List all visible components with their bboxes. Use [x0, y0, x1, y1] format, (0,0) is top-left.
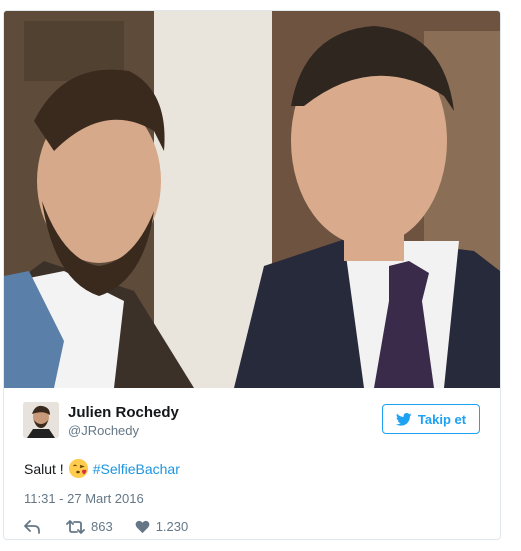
tweet-text-content: Salut ! — [24, 460, 64, 477]
twitter-bird-icon — [395, 412, 412, 426]
selfie-photo-illustration — [4, 11, 500, 388]
tweet-text: Salut ! #SelfieBachar — [24, 459, 180, 478]
avatar[interactable] — [23, 402, 59, 438]
hashtag-link[interactable]: #SelfieBachar — [93, 461, 180, 477]
follow-button-label: Takip et — [417, 411, 467, 427]
retweet-button[interactable]: 863 — [66, 519, 113, 534]
retweet-count: 863 — [91, 519, 113, 534]
tweet-photo[interactable] — [4, 11, 500, 388]
tweet-body: Julien Rochedy @JRochedy Takip et Salut … — [4, 388, 500, 539]
heart-icon — [135, 520, 150, 533]
avatar-image — [23, 402, 59, 438]
like-button[interactable]: 1.230 — [135, 519, 189, 534]
tweet-actions: 863 1.230 — [24, 519, 188, 534]
retweet-icon — [66, 519, 85, 534]
follow-button[interactable]: Takip et — [382, 404, 480, 434]
author-handle[interactable]: @JRochedy — [68, 423, 139, 438]
like-count: 1.230 — [155, 519, 189, 534]
tweet-card: Julien Rochedy @JRochedy Takip et Salut … — [3, 10, 501, 540]
reply-button[interactable] — [24, 519, 40, 534]
face-blowing-kiss-icon — [68, 459, 88, 478]
reply-icon — [24, 519, 40, 534]
author-display-name[interactable]: Julien Rochedy — [68, 404, 179, 421]
tweet-timestamp[interactable]: 11:31 - 27 Mart 2016 — [24, 491, 144, 506]
